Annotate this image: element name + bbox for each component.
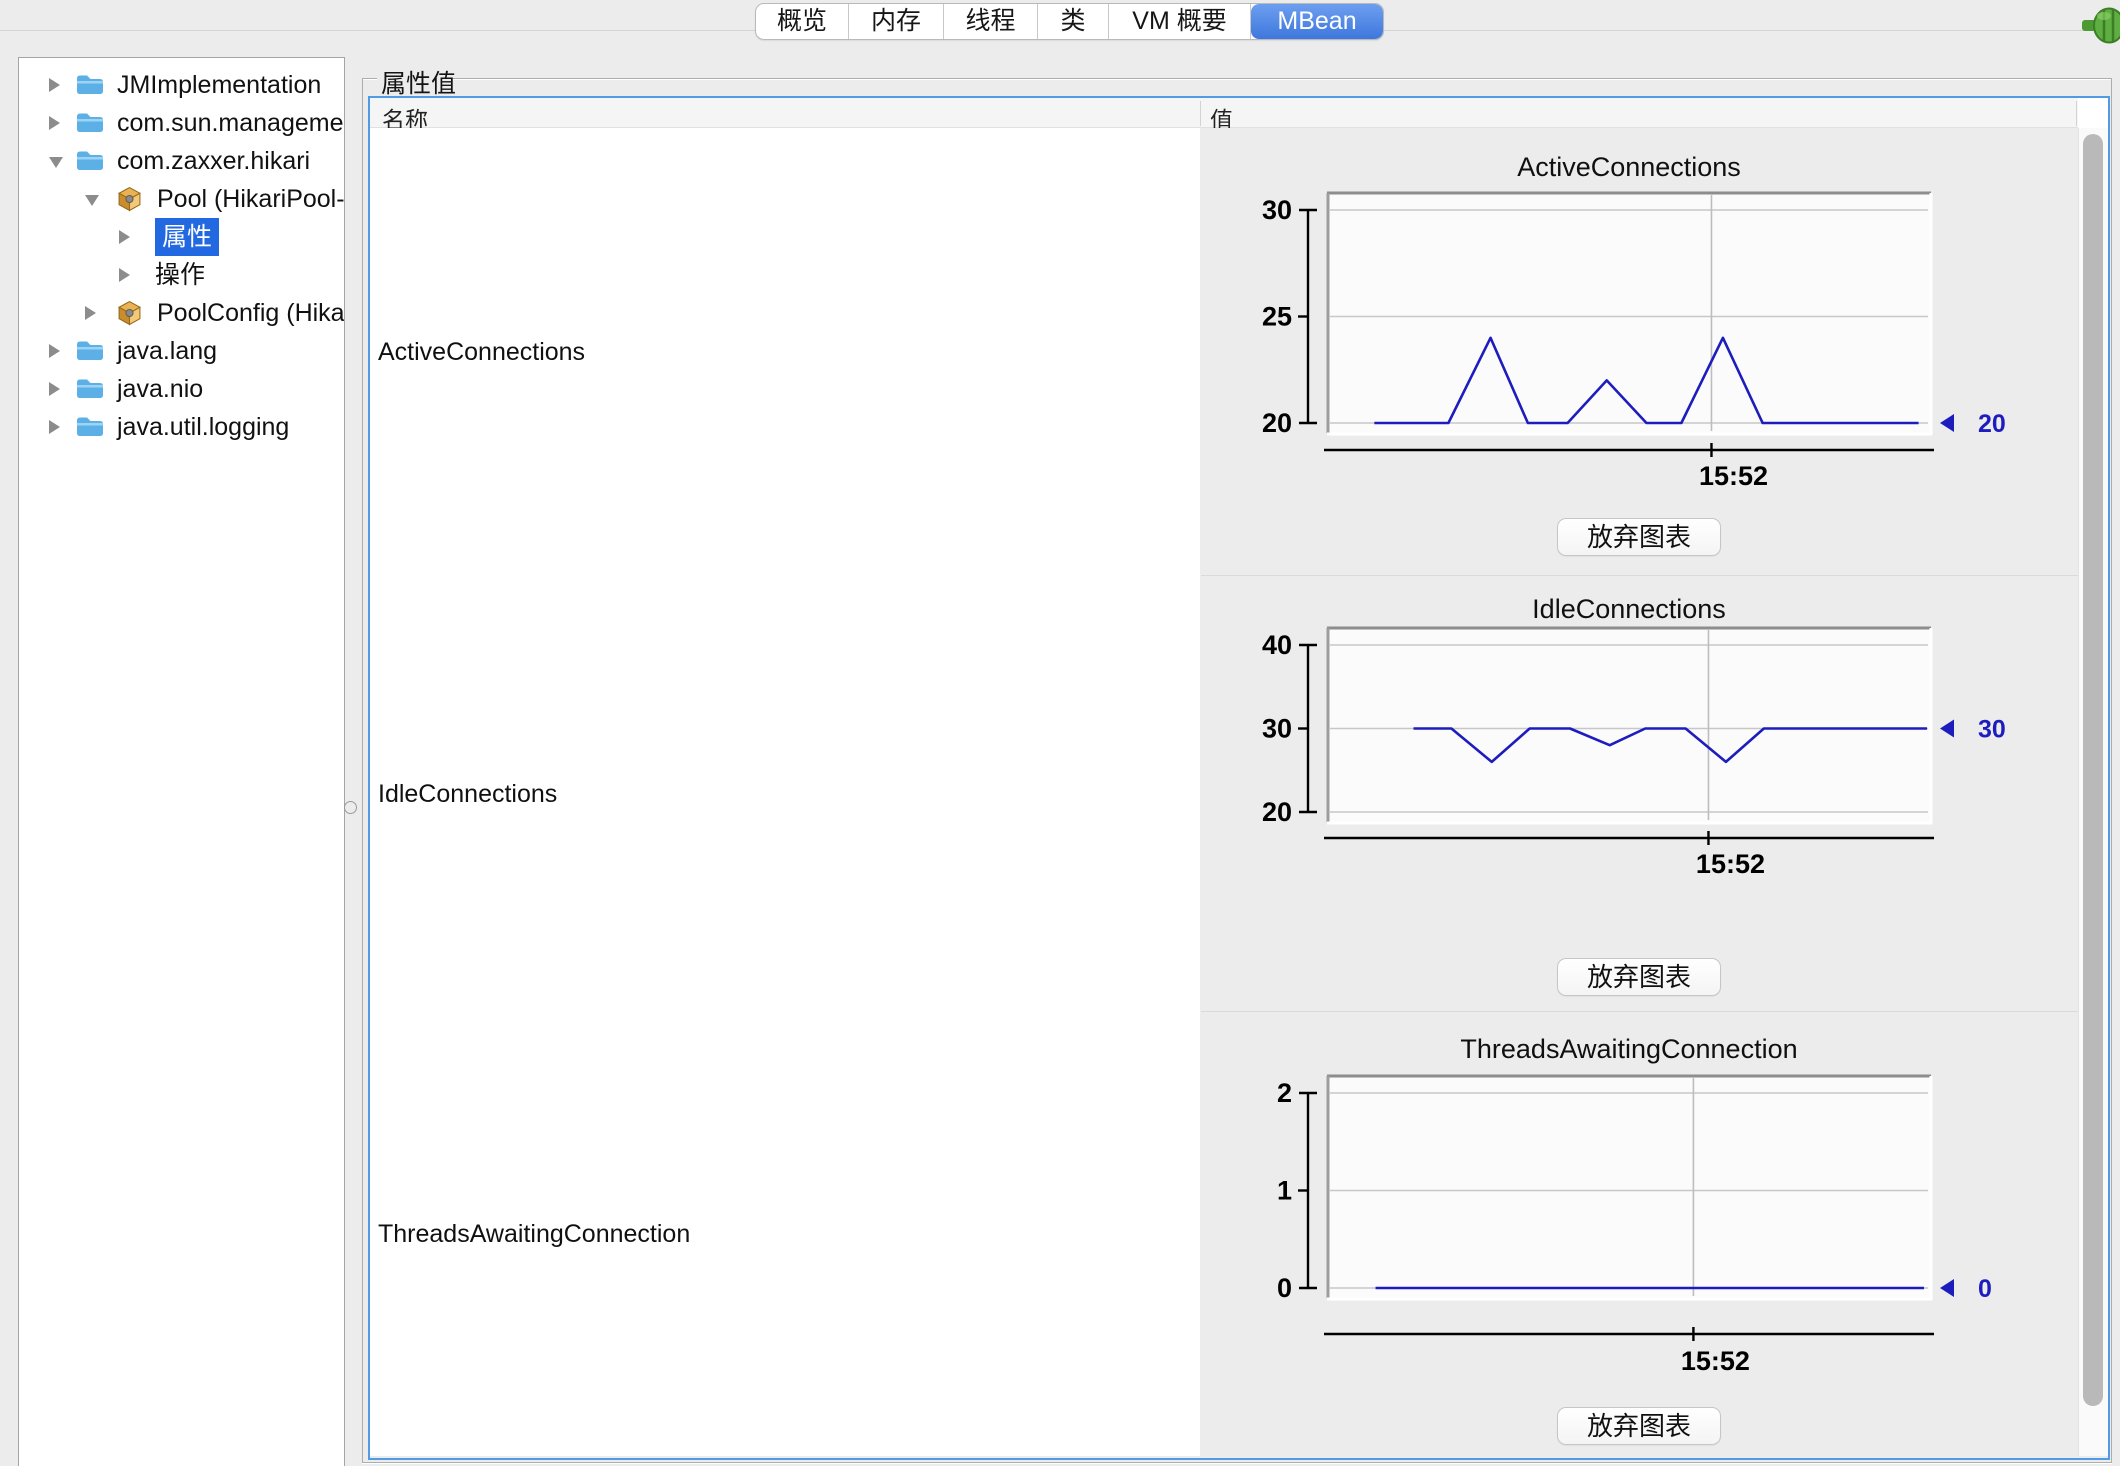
tree-item[interactable]: JMImplementation <box>19 66 344 104</box>
titled-border-line <box>362 78 377 79</box>
tree-item[interactable]: 操作 <box>19 256 344 294</box>
tab-threads[interactable]: 线程 <box>944 4 1038 39</box>
collapse-arrow-icon[interactable] <box>49 157 63 168</box>
mbean-icon <box>117 186 142 212</box>
expand-arrow-icon[interactable] <box>49 344 60 358</box>
table-header <box>370 98 2108 128</box>
tree-item-label[interactable]: PoolConfig (Hika <box>157 294 345 332</box>
tree-item-label[interactable]: 操作 <box>155 256 205 294</box>
expand-arrow-icon[interactable] <box>49 78 60 92</box>
attribute-name-cell[interactable]: ActiveConnections <box>378 336 585 368</box>
svg-text:0: 0 <box>1277 1273 1292 1303</box>
titled-border-line <box>362 78 363 1462</box>
expand-arrow-icon[interactable] <box>49 420 60 434</box>
svg-text:0: 0 <box>1978 1275 1992 1303</box>
tree-item-label[interactable]: Pool (HikariPool- <box>157 180 345 218</box>
tree-item[interactable]: PoolConfig (Hika <box>19 294 344 332</box>
attribute-name-cell[interactable]: ThreadsAwaitingConnection <box>378 1218 690 1250</box>
main-tab-bar: 概览 内存 线程 类 VM 概要 MBean <box>755 3 1384 40</box>
folder-icon <box>75 414 105 439</box>
scrollbar-corner <box>2078 98 2108 128</box>
svg-text:15:52: 15:52 <box>1681 1346 1750 1376</box>
discard-chart-button[interactable]: 放弃图表 <box>1557 518 1721 556</box>
svg-text:ActiveConnections: ActiveConnections <box>1517 152 1741 182</box>
folder-icon <box>75 338 105 363</box>
discard-chart-button[interactable]: 放弃图表 <box>1557 958 1721 996</box>
svg-text:15:52: 15:52 <box>1699 461 1768 491</box>
chart-cell-idleconnections: IdleConnections 40 30 20 15:52 30 放弃图表 <box>1200 576 2078 1012</box>
expand-arrow-icon[interactable] <box>49 382 60 396</box>
chart-cell-activeconnections: ActiveConnections 30 25 20 15:52 20 放弃图表 <box>1200 128 2078 576</box>
tree-item[interactable]: Pool (HikariPool- <box>19 180 344 218</box>
titled-border-line <box>452 78 2112 79</box>
svg-text:30: 30 <box>1262 195 1292 225</box>
tree-item-label[interactable]: java.util.logging <box>117 408 289 446</box>
tree-item-label[interactable]: java.lang <box>117 332 217 370</box>
tree-item[interactable]: 属性 <box>19 218 344 256</box>
column-divider[interactable] <box>1200 101 1201 126</box>
collapse-arrow-icon[interactable] <box>85 195 99 206</box>
tab-mbean[interactable]: MBean <box>1251 4 1383 39</box>
svg-text:20: 20 <box>1262 408 1292 438</box>
tree-item-label[interactable]: com.sun.manageme <box>117 104 344 142</box>
svg-text:IdleConnections: IdleConnections <box>1532 594 1726 624</box>
folder-icon <box>75 110 105 135</box>
folder-icon <box>75 376 105 401</box>
green-plug-icon <box>2082 6 2120 46</box>
titled-border-line <box>2111 78 2112 1462</box>
attribute-name-cell[interactable]: IdleConnections <box>378 778 557 810</box>
jconsole-window: { "tabs": { "items": [ {"label": "概览", "… <box>0 0 2120 1466</box>
column-divider <box>2076 101 2077 126</box>
mbean-tree-panel: JMImplementationcom.sun.managemecom.zaxx… <box>18 57 345 1466</box>
svg-text:ThreadsAwaitingConnection: ThreadsAwaitingConnection <box>1460 1034 1797 1064</box>
threadsawaitingconnection-chart: ThreadsAwaitingConnection 2 1 0 15:52 0 <box>1200 1012 2078 1456</box>
svg-text:20: 20 <box>1978 410 2006 438</box>
activeconnections-chart: ActiveConnections 30 25 20 15:52 20 <box>1200 128 2078 576</box>
mbean-icon <box>117 300 142 326</box>
folder-icon <box>75 148 105 173</box>
tree-item-label[interactable]: 属性 <box>155 218 219 256</box>
expand-arrow-icon[interactable] <box>119 230 130 244</box>
tab-classes[interactable]: 类 <box>1038 4 1109 39</box>
folder-icon <box>75 72 105 97</box>
svg-text:1: 1 <box>1277 1176 1292 1206</box>
chart-cell-threadsawaitingconnection: ThreadsAwaitingConnection 2 1 0 15:52 0 放弃图表 <box>1200 1012 2078 1456</box>
tree-item-label[interactable]: java.nio <box>117 370 203 408</box>
scrollbar-thumb[interactable] <box>2083 134 2103 1406</box>
svg-text:40: 40 <box>1262 630 1292 660</box>
idleconnections-chart: IdleConnections 40 30 20 15:52 30 <box>1200 576 2078 1012</box>
tab-vm-summary[interactable]: VM 概要 <box>1109 4 1251 39</box>
svg-text:2: 2 <box>1277 1078 1292 1108</box>
svg-text:20: 20 <box>1262 797 1292 827</box>
tree-item[interactable]: java.lang <box>19 332 344 370</box>
tree-item[interactable]: com.sun.manageme <box>19 104 344 142</box>
svg-text:30: 30 <box>1978 716 2006 744</box>
tree-item[interactable]: com.zaxxer.hikari <box>19 142 344 180</box>
tab-overview[interactable]: 概览 <box>756 4 849 39</box>
titled-border-line <box>362 1462 2112 1463</box>
svg-text:25: 25 <box>1262 302 1292 332</box>
expand-arrow-icon[interactable] <box>119 268 130 282</box>
splitter-handle[interactable] <box>344 801 357 814</box>
svg-text:15:52: 15:52 <box>1696 849 1765 879</box>
tree-item[interactable]: java.nio <box>19 370 344 408</box>
expand-arrow-icon[interactable] <box>49 116 60 130</box>
tab-memory[interactable]: 内存 <box>849 4 944 39</box>
expand-arrow-icon[interactable] <box>85 306 96 320</box>
svg-text:30: 30 <box>1262 714 1292 744</box>
panel-title: 属性值 <box>381 64 456 100</box>
discard-chart-button[interactable]: 放弃图表 <box>1557 1407 1721 1445</box>
tree-item-label[interactable]: JMImplementation <box>117 66 321 104</box>
tree-item-label[interactable]: com.zaxxer.hikari <box>117 142 310 180</box>
tree-item[interactable]: java.util.logging <box>19 408 344 446</box>
